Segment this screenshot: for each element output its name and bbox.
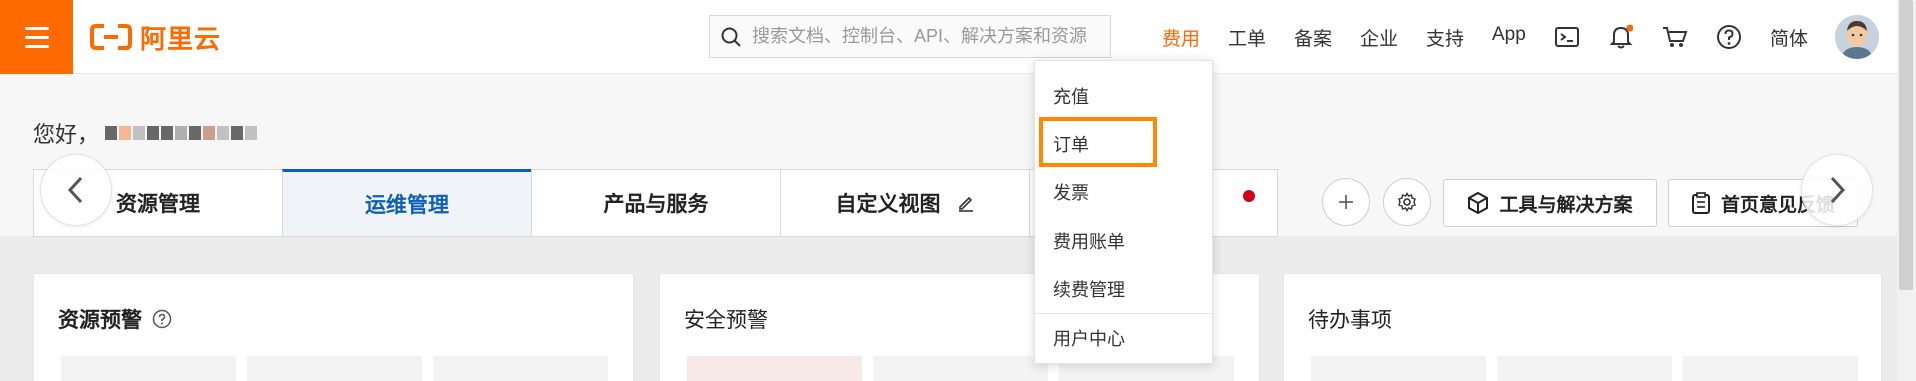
card-stat-tile[interactable]: [1497, 356, 1672, 381]
top-bar: 阿里云 费用 工单 备案 企业 支持 App 简体: [0, 0, 1916, 74]
carousel-next-button[interactable]: [1801, 154, 1873, 226]
cube-icon: [1468, 192, 1489, 214]
tab-products-services[interactable]: 产品与服务: [531, 169, 780, 237]
help-icon[interactable]: [152, 309, 172, 329]
card-title-text: 资源预警: [58, 309, 142, 332]
menu-icon-line: [24, 26, 49, 30]
resource-alert-card: 资源预警: [33, 273, 634, 381]
chevron-right-icon: [1830, 176, 1846, 204]
aliyun-logo[interactable]: 阿里云: [90, 18, 221, 56]
tools-label: 工具与解决方案: [1499, 194, 1633, 216]
card-stat-tile[interactable]: [873, 356, 1048, 381]
plus-icon: [1339, 195, 1353, 209]
menu-divider: [1035, 313, 1212, 314]
card-stat-tile[interactable]: [247, 356, 422, 381]
gear-icon: [1398, 192, 1416, 212]
logo-text: 阿里云: [140, 23, 222, 54]
help-icon[interactable]: [1715, 23, 1743, 51]
scrollbar-thumb[interactable]: [1899, 0, 1913, 290]
card-stat-tile[interactable]: [1311, 356, 1486, 381]
menu-item-recharge[interactable]: 充值: [1053, 83, 1089, 109]
greeting-text: 您好，: [33, 122, 100, 147]
card-title-text: 待办事项: [1308, 309, 1392, 332]
nav-filing[interactable]: 备案: [1294, 24, 1332, 51]
nav-support[interactable]: 支持: [1426, 24, 1464, 51]
menu-item-orders[interactable]: 订单: [1053, 131, 1089, 157]
chevron-left-icon: [67, 176, 83, 204]
search-input[interactable]: [752, 26, 1102, 47]
menu-item-renewal[interactable]: 续费管理: [1053, 276, 1125, 302]
edit-icon[interactable]: [957, 194, 975, 212]
menu-item-user-center[interactable]: 用户中心: [1053, 325, 1125, 351]
tab-ops-management[interactable]: 运维管理: [282, 169, 531, 237]
card-title-text: 安全预警: [684, 309, 768, 332]
greeting: 您好，: [33, 117, 258, 149]
notification-dot: [1243, 190, 1255, 202]
masked-username: [105, 126, 258, 140]
fees-dropdown-menu: 充值 订单 发票 费用账单 续费管理 用户中心: [1034, 60, 1213, 364]
nav-app[interactable]: App: [1492, 24, 1526, 46]
card-stat-tile[interactable]: [687, 356, 862, 381]
search-box[interactable]: [709, 15, 1111, 58]
nav-fees[interactable]: 费用: [1162, 24, 1200, 51]
card-stat-tile[interactable]: [61, 356, 236, 381]
menu-icon-line: [24, 44, 49, 48]
bell-icon[interactable]: [1607, 23, 1635, 51]
tab-custom-view[interactable]: 自定义视图: [780, 169, 1029, 237]
avatar[interactable]: [1835, 15, 1879, 59]
tools-solutions-button[interactable]: 工具与解决方案: [1443, 179, 1657, 227]
tab-label: 产品与服务: [603, 193, 709, 216]
menu-icon-line: [24, 35, 49, 39]
nav-tickets[interactable]: 工单: [1228, 24, 1266, 51]
carousel-prev-button[interactable]: [40, 154, 112, 226]
search-icon: [710, 15, 752, 58]
tab-label: 自定义视图: [835, 193, 941, 216]
tab-label: 资源管理: [116, 193, 200, 216]
todo-card: 待办事项: [1283, 273, 1882, 381]
card-title: 待办事项: [1308, 304, 1392, 334]
nav-enterprise[interactable]: 企业: [1360, 24, 1398, 51]
language-switch[interactable]: 简体: [1770, 24, 1808, 51]
card-stat-tile[interactable]: [433, 356, 608, 381]
terminal-icon[interactable]: [1553, 23, 1581, 51]
tab-label: 运维管理: [365, 194, 449, 217]
menu-item-billing[interactable]: 费用账单: [1053, 228, 1125, 254]
card-title: 安全预警: [684, 304, 768, 334]
clipboard-icon: [1691, 192, 1710, 214]
aliyun-logo-icon: [90, 24, 132, 50]
settings-button[interactable]: [1383, 178, 1431, 226]
cart-icon[interactable]: [1661, 23, 1689, 51]
menu-button[interactable]: [0, 0, 73, 74]
card-stat-tile[interactable]: [1683, 356, 1858, 381]
add-view-button[interactable]: [1322, 178, 1370, 226]
menu-item-invoices[interactable]: 发票: [1053, 179, 1089, 205]
card-title: 资源预警: [58, 304, 172, 334]
